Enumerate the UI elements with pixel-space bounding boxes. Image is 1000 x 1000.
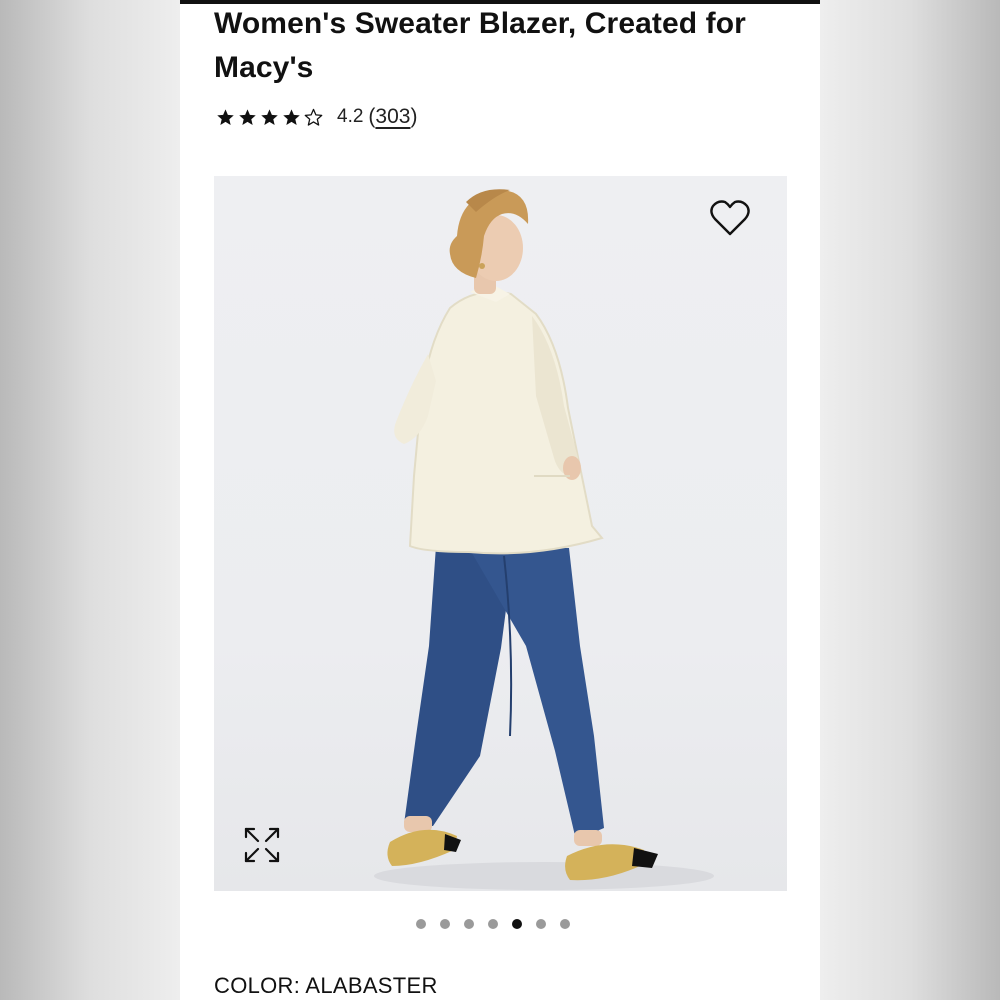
close-paren: ) <box>410 105 418 128</box>
star-empty-icon <box>304 108 323 126</box>
product-title: Women's Sweater Blazer, Created for Macy… <box>214 7 746 84</box>
review-count[interactable]: 303 <box>375 105 410 128</box>
image-pagination <box>416 919 570 929</box>
selected-color: COLOR: ALABASTER <box>214 973 438 999</box>
product-page: Women's Sweater Blazer, Created for Macy… <box>180 0 820 1000</box>
pagination-dot[interactable] <box>464 919 474 929</box>
heart-icon[interactable] <box>708 198 752 238</box>
color-value: ALABASTER <box>305 973 438 998</box>
star-full-icon <box>261 108 278 125</box>
star-rating <box>216 108 323 127</box>
rating-summary[interactable]: 4.2 (303) <box>216 102 417 132</box>
rating-value: 4.2 <box>337 106 364 127</box>
pagination-dot[interactable] <box>488 919 498 929</box>
star-full-icon <box>217 108 234 125</box>
product-image[interactable] <box>214 176 787 891</box>
review-count-link[interactable]: (303) <box>368 105 417 129</box>
expand-icon[interactable] <box>244 827 280 863</box>
model-illustration <box>374 189 714 890</box>
pagination-dot[interactable] <box>440 919 450 929</box>
color-label: COLOR: <box>214 973 301 998</box>
star-full-icon <box>283 108 300 125</box>
pagination-dot[interactable] <box>536 919 546 929</box>
star-full-icon <box>239 108 256 125</box>
pagination-dot[interactable] <box>416 919 426 929</box>
pagination-dot-active[interactable] <box>512 919 522 929</box>
pagination-dot[interactable] <box>560 919 570 929</box>
